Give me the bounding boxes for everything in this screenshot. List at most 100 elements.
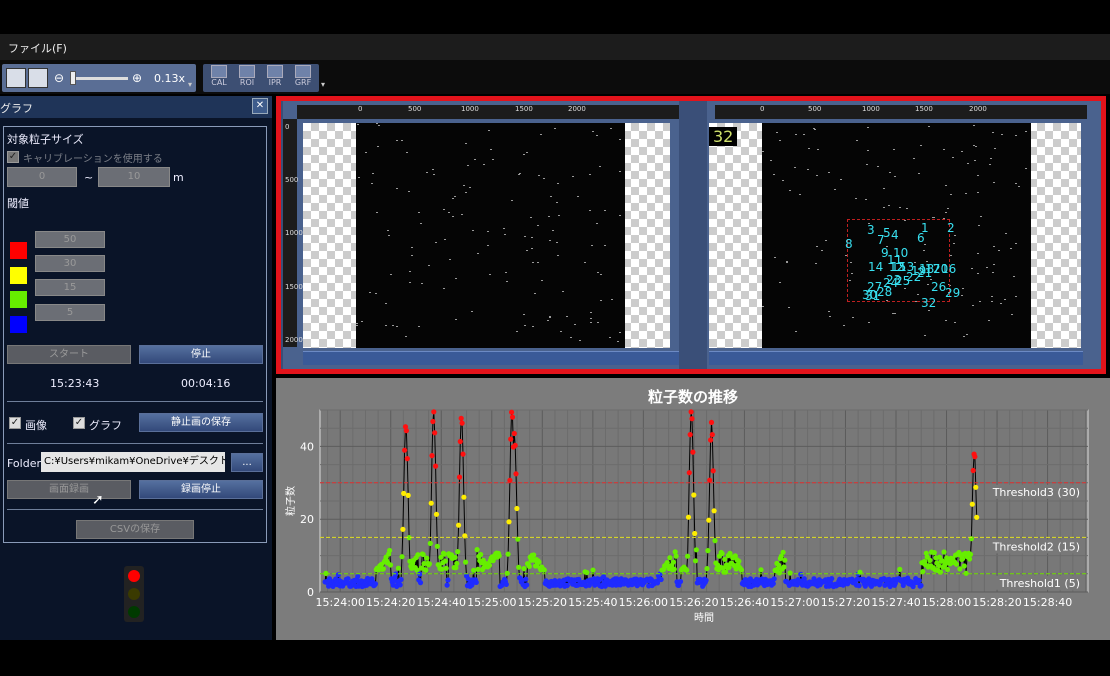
particle-label: 31 <box>865 289 881 303</box>
image-checkbox[interactable]: ✓ <box>9 417 21 429</box>
image-speck <box>421 283 423 284</box>
image-speck <box>991 296 993 297</box>
size-max-field[interactable]: 10 <box>98 167 170 187</box>
roi-tool-button[interactable]: ROI <box>235 65 259 91</box>
calibration-checkbox[interactable]: ✓ <box>7 151 19 163</box>
image-speck <box>813 128 815 129</box>
particle-count-chart-panel: 粒子数の推移 0 20 40 15:24:00 15:24:20 15:24:40 15:2… <box>276 378 1110 640</box>
save-csv-button[interactable]: CSVの保存 <box>76 520 194 539</box>
data-point <box>918 582 924 589</box>
image-speck <box>1010 248 1012 249</box>
image-speck <box>828 311 830 312</box>
data-point <box>454 560 460 567</box>
graph-checkbox[interactable]: ✓ <box>73 417 85 429</box>
image-speck <box>888 205 890 206</box>
image-speck <box>947 208 949 209</box>
image-speck <box>455 278 457 279</box>
image-speck <box>488 130 490 131</box>
threshold-red-field[interactable]: 50 <box>35 231 105 248</box>
ruler-label: 500 <box>408 105 422 113</box>
horizontal-scrollbar[interactable] <box>709 351 1083 365</box>
toolbar-overflow-icon[interactable]: ▾ <box>188 80 192 89</box>
data-point <box>709 432 715 438</box>
data-point <box>459 420 465 426</box>
zoom-slider[interactable] <box>70 77 128 80</box>
start-button[interactable]: スタート <box>7 345 131 364</box>
image-speck <box>795 331 797 332</box>
calibration-tool-button[interactable]: CAL <box>207 65 231 91</box>
close-panel-button[interactable]: ✕ <box>252 98 268 114</box>
image-speck <box>988 320 990 321</box>
data-point <box>427 540 433 546</box>
screen-record-button[interactable]: 画面録画 <box>7 480 131 499</box>
image-speck <box>779 140 781 141</box>
zoom-out-icon[interactable]: ⊖ <box>54 71 64 85</box>
data-point <box>798 571 804 577</box>
threshold-green-field[interactable]: 15 <box>35 279 105 296</box>
raw-image-view[interactable]: 0 500 1000 1500 2000 0 500 1000 1500 200… <box>283 101 679 369</box>
threshold-blue-field[interactable]: 5 <box>35 304 105 321</box>
data-point <box>960 556 966 562</box>
image-speck <box>604 245 606 246</box>
graph-tool-button[interactable]: GRF <box>291 65 315 91</box>
data-point <box>355 573 361 579</box>
image-speck <box>558 215 560 216</box>
image-speck <box>993 246 995 247</box>
image-speck <box>867 127 869 128</box>
zoom-slider-thumb[interactable] <box>69 71 76 85</box>
data-point <box>403 428 409 434</box>
image-speck <box>534 293 536 294</box>
image-speck <box>570 337 572 338</box>
vertical-ruler: 0 500 1000 1500 2000 <box>283 119 303 347</box>
data-point <box>941 549 947 555</box>
traffic-light-green <box>128 606 140 618</box>
x-tick-label: 15:24:00 <box>316 596 365 609</box>
actual-size-icon[interactable] <box>28 68 48 88</box>
data-point <box>402 447 408 453</box>
traffic-light-yellow <box>128 588 140 600</box>
toolbar-overflow-icon-2[interactable]: ▾ <box>321 80 325 89</box>
image-speck <box>1025 168 1027 169</box>
stop-recording-button[interactable]: 録画停止 <box>139 480 263 499</box>
image-speck <box>432 169 434 170</box>
image-speck <box>868 322 870 323</box>
particle-label: 7 <box>877 233 885 247</box>
ipr-tool-label: IPR <box>268 78 282 87</box>
image-speck <box>589 210 591 211</box>
ipr-tool-button[interactable]: IPR <box>263 65 287 91</box>
stop-button[interactable]: 停止 <box>139 345 263 364</box>
image-speck <box>369 292 371 293</box>
data-point <box>689 416 695 422</box>
image-speck <box>589 174 591 175</box>
folder-path-field[interactable]: C:¥Users¥mikam¥OneDrive¥デスクトップ <box>41 452 225 472</box>
threshold-yellow-field[interactable]: 30 <box>35 255 105 272</box>
data-point <box>677 578 684 585</box>
save-still-image-button[interactable]: 静止画の保存 <box>139 413 263 432</box>
image-speck <box>411 247 413 248</box>
x-tick-label: 15:27:00 <box>770 596 819 609</box>
menu-file[interactable]: ファイル(F) <box>8 40 67 56</box>
fit-window-icon[interactable] <box>6 68 26 88</box>
horizontal-scrollbar[interactable] <box>303 351 679 365</box>
data-point <box>415 552 421 558</box>
image-speck <box>894 176 896 177</box>
image-speck <box>465 192 467 193</box>
image-speck <box>924 335 926 336</box>
zoom-in-icon[interactable]: ⊕ <box>132 71 142 85</box>
elapsed-time: 00:04:16 <box>181 377 231 390</box>
data-point <box>417 580 424 586</box>
x-tick-label: 15:28:00 <box>922 596 971 609</box>
detection-image-view[interactable]: 0 500 1000 1500 2000 1 2 3 4 5 6 7 8 9 10 11 12 13 14… <box>707 101 1101 369</box>
image-speck <box>506 281 508 282</box>
size-min-field[interactable]: 0 <box>7 167 77 187</box>
x-tick-label: 15:24:40 <box>417 596 466 609</box>
particle-label: 26 <box>931 280 947 294</box>
x-tick-label: 15:25:20 <box>518 596 567 609</box>
data-point <box>658 576 664 583</box>
image-speck <box>840 179 842 180</box>
browse-folder-button[interactable]: ... <box>231 453 263 472</box>
y-axis-label: 粒子数 <box>284 486 297 516</box>
folder-label: Folder: <box>7 457 45 470</box>
calibration-tool-label: CAL <box>211 78 227 87</box>
x-tick-label: 15:26:40 <box>720 596 769 609</box>
